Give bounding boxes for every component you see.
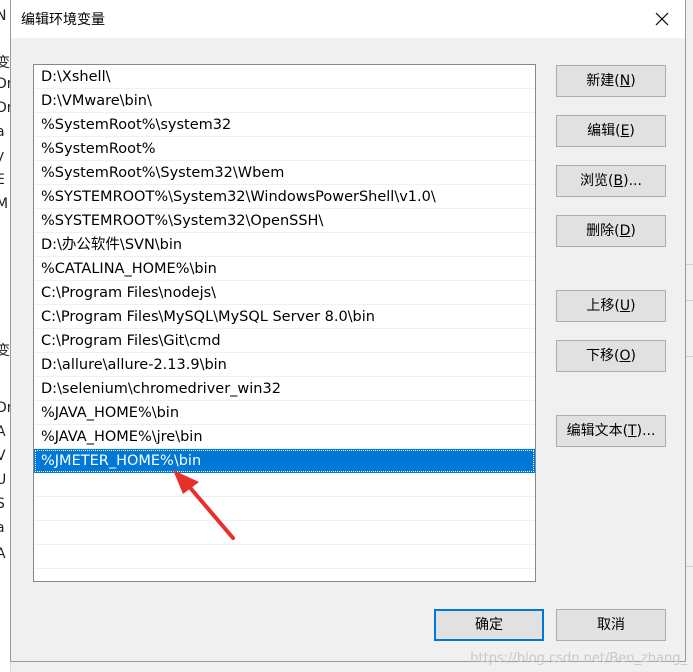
background-text-fragment: A xyxy=(0,424,6,440)
list-item-empty[interactable] xyxy=(34,473,535,497)
list-item[interactable]: D:\VMware\bin\ xyxy=(34,89,535,113)
move-up-button[interactable]: 上移(U) xyxy=(556,290,666,322)
background-text-fragment: a xyxy=(0,124,5,140)
ok-button[interactable]: 确定 xyxy=(434,609,544,641)
background-window-right-edge xyxy=(685,38,693,658)
dialog-title: 编辑环境变量 xyxy=(21,12,105,28)
list-item[interactable]: %SYSTEMROOT%\System32\OpenSSH\ xyxy=(34,209,535,233)
close-button[interactable] xyxy=(639,0,685,38)
delete-button[interactable]: 删除(D) xyxy=(556,215,666,247)
list-item[interactable]: %CATALINA_HOME%\bin xyxy=(34,257,535,281)
list-item[interactable]: D:\Xshell\ xyxy=(34,65,535,89)
list-item-empty[interactable] xyxy=(34,497,535,521)
background-text-fragment: U xyxy=(0,472,6,488)
background-text-fragment: M xyxy=(0,196,8,212)
list-item[interactable]: %JAVA_HOME%\jre\bin xyxy=(34,425,535,449)
background-text-fragment: A xyxy=(0,546,6,562)
background-text-fragment: N xyxy=(0,8,6,24)
list-item-empty[interactable] xyxy=(34,521,535,545)
watermark: https://blog.csdn.net/Ben_zhang_ xyxy=(470,651,687,666)
list-item[interactable]: D:\selenium\chromedriver_win32 xyxy=(34,377,535,401)
list-item[interactable]: D:\办公软件\SVN\bin xyxy=(34,233,535,257)
background-text-fragment: S xyxy=(0,496,5,512)
close-icon xyxy=(655,12,669,26)
list-item[interactable]: C:\Program Files\nodejs\ xyxy=(34,281,535,305)
list-item[interactable]: %SystemRoot% xyxy=(34,137,535,161)
browse-button[interactable]: 浏览(B)... xyxy=(556,165,666,197)
list-item[interactable]: %SYSTEMROOT%\System32\WindowsPowerShell\… xyxy=(34,185,535,209)
cancel-button[interactable]: 取消 xyxy=(556,609,666,641)
background-text-fragment: y xyxy=(0,148,4,164)
new-button[interactable]: 新建(N) xyxy=(556,65,666,97)
list-item-empty[interactable] xyxy=(34,545,535,569)
list-item[interactable]: %SystemRoot%\system32 xyxy=(34,113,535,137)
background-text-fragment: a xyxy=(0,520,5,536)
title-bar: 编辑环境变量 xyxy=(11,0,685,38)
move-down-button[interactable]: 下移(O) xyxy=(556,340,666,372)
background-text-fragment: 变 xyxy=(0,52,10,72)
list-item-selected[interactable]: %JMETER_HOME%\bin xyxy=(34,449,535,473)
list-item[interactable]: D:\allure\allure-2.13.9\bin xyxy=(34,353,535,377)
edit-text-button[interactable]: 编辑文本(T)... xyxy=(556,415,666,447)
background-text-fragment: V xyxy=(0,448,6,464)
background-text-fragment: 变 xyxy=(0,340,10,360)
list-item[interactable]: C:\Program Files\Git\cmd xyxy=(34,329,535,353)
edit-button[interactable]: 编辑(E) xyxy=(556,115,666,147)
list-item[interactable]: C:\Program Files\MySQL\MySQL Server 8.0\… xyxy=(34,305,535,329)
background-text-fragment: E xyxy=(0,172,5,188)
path-list[interactable]: D:\Xshell\ D:\VMware\bin\ %SystemRoot%\sys… xyxy=(33,64,536,582)
list-item-empty[interactable] xyxy=(34,569,535,581)
annotation-arrow-icon xyxy=(173,470,235,540)
list-item[interactable]: %JAVA_HOME%\bin xyxy=(34,401,535,425)
list-item[interactable]: %SystemRoot%\System32\Wbem xyxy=(34,161,535,185)
edit-env-variable-dialog: 编辑环境变量 D:\Xshell\ D:\VMware\bin\ %SystemRo… xyxy=(10,0,686,662)
